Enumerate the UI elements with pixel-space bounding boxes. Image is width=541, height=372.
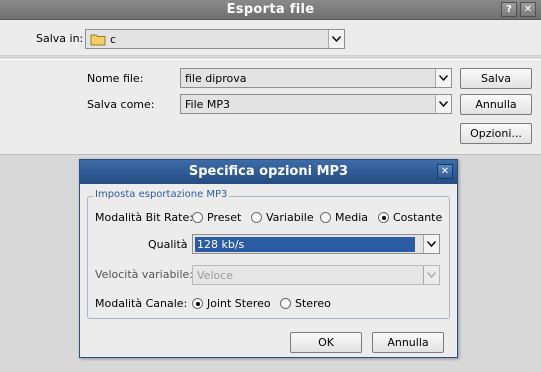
quality-value: 128 kb/s (195, 237, 415, 252)
chevron-down-icon[interactable] (423, 266, 439, 284)
radio-circle-selected (378, 212, 389, 223)
radio-preset[interactable]: Preset (192, 211, 241, 225)
radio-circle (192, 212, 203, 223)
chevron-down-icon[interactable] (435, 69, 451, 87)
radio-joint-stereo[interactable]: Joint Stereo (192, 297, 271, 311)
close-window-button[interactable]: ✕ (520, 2, 536, 17)
look-in-label: Salva in: (36, 32, 84, 45)
radio-circle-selected (192, 298, 203, 309)
help-button[interactable]: ? (501, 2, 517, 17)
mp3-options-dialog: Specifica opzioni MP3 ✕ Imposta esportaz… (79, 159, 458, 358)
group-title: Imposta esportazione MP3 (93, 189, 230, 200)
save-button[interactable]: Salva (460, 68, 532, 89)
mp3-export-group: Imposta esportazione MP3 Modalità Bit Ra… (87, 189, 450, 319)
dialog-close-button[interactable]: ✕ (437, 164, 453, 179)
radio-variable[interactable]: Variabile (251, 211, 314, 225)
dialog-titlebar: Specifica opzioni MP3 ✕ (80, 160, 457, 184)
look-in-bar: Salva in: c (0, 20, 541, 56)
cancel-button[interactable]: Annulla (460, 94, 532, 115)
variable-speed-label: Velocità variabile: (95, 268, 194, 281)
channel-mode-label: Modalità Canale: (95, 297, 188, 310)
save-as-type-label: Salva come: (87, 98, 155, 111)
look-in-value: c (110, 33, 117, 46)
dialog-title: Specifica opzioni MP3 (188, 164, 349, 179)
window-title: Esporta file (226, 2, 315, 17)
window-titlebar: Esporta file ? ✕ (0, 0, 541, 20)
save-as-type-value: File MP3 (185, 98, 231, 111)
look-in-combo[interactable]: c (85, 29, 345, 49)
file-name-input[interactable]: file diprova (180, 68, 452, 88)
file-fields-panel: Nome file: file diprova Salva Salva come… (0, 59, 541, 155)
options-button[interactable]: Opzioni... (460, 123, 532, 144)
ok-button[interactable]: OK (290, 332, 362, 353)
radio-average[interactable]: Media (320, 211, 368, 225)
radio-circle (251, 212, 262, 223)
radio-circle (280, 298, 291, 309)
radio-constant[interactable]: Costante (378, 211, 442, 225)
radio-stereo[interactable]: Stereo (280, 297, 331, 311)
quality-combo[interactable]: 128 kb/s (192, 234, 440, 254)
chevron-down-icon[interactable] (423, 235, 439, 253)
bitrate-mode-label: Modalità Bit Rate: (95, 211, 193, 224)
radio-circle (320, 212, 331, 223)
variable-speed-combo[interactable]: Veloce (192, 265, 440, 285)
file-name-label: Nome file: (87, 72, 144, 85)
quality-label: Qualità (148, 238, 188, 251)
save-as-type-combo[interactable]: File MP3 (180, 94, 452, 114)
chevron-down-icon[interactable] (435, 95, 451, 113)
file-name-value: file diprova (185, 72, 247, 85)
folder-icon (90, 33, 106, 49)
variable-speed-value: Veloce (197, 269, 234, 282)
chevron-down-icon[interactable] (328, 30, 344, 48)
dialog-cancel-button[interactable]: Annulla (372, 332, 444, 353)
